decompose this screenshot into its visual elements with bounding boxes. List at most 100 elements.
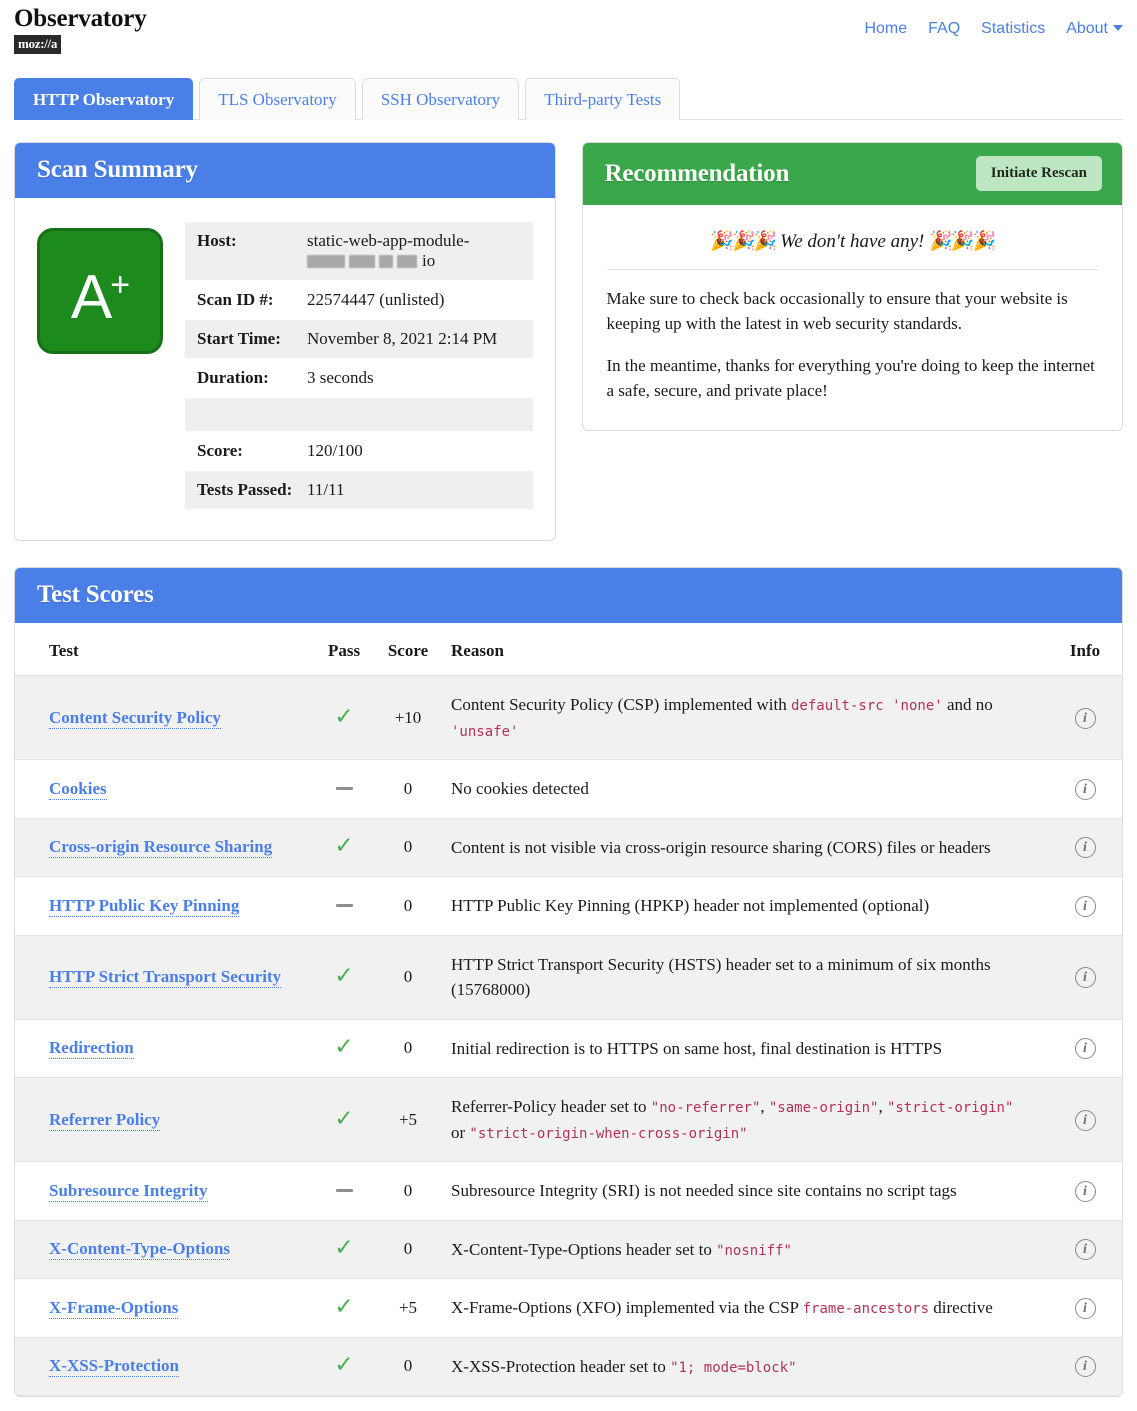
cell-test: X-XSS-Protection bbox=[15, 1337, 315, 1396]
brand: Observatory moz://a bbox=[14, 6, 147, 54]
cell-info: i bbox=[1048, 1019, 1122, 1078]
cell-reason: No cookies detected bbox=[443, 760, 1048, 819]
observatory-tabs: HTTP Observatory TLS Observatory SSH Obs… bbox=[14, 77, 1123, 120]
summary-row-value-suffix: io bbox=[422, 251, 435, 270]
scan-summary-panel: Scan Summary A+ Host:static-web-app-modu… bbox=[14, 142, 556, 541]
test-name-link[interactable]: HTTP Strict Transport Security bbox=[49, 967, 281, 988]
summary-row-label: Scan ID #: bbox=[185, 281, 303, 320]
test-scores-tbody: Content Security Policy✓+10Content Secur… bbox=[15, 676, 1122, 1396]
test-name-link[interactable]: Content Security Policy bbox=[49, 708, 221, 729]
test-name-link[interactable]: Cross-origin Resource Sharing bbox=[49, 837, 272, 858]
grade-badge: A+ bbox=[37, 228, 163, 354]
check-icon: ✓ bbox=[334, 1238, 353, 1258]
table-row: X-Frame-Options✓+5X-Frame-Options (XFO) … bbox=[15, 1279, 1122, 1338]
info-icon[interactable]: i bbox=[1075, 708, 1096, 729]
check-icon: ✓ bbox=[334, 836, 353, 856]
test-name-link[interactable]: HTTP Public Key Pinning bbox=[49, 896, 239, 917]
check-icon: ✓ bbox=[334, 966, 353, 986]
summary-row: Tests Passed:11/11 bbox=[185, 471, 533, 510]
info-icon[interactable]: i bbox=[1075, 1038, 1096, 1059]
info-icon[interactable]: i bbox=[1075, 1181, 1096, 1202]
cell-score: 0 bbox=[373, 935, 443, 1019]
test-name-link[interactable]: Referrer Policy bbox=[49, 1110, 160, 1131]
column-header-pass: Pass bbox=[315, 623, 373, 676]
tab-http-observatory[interactable]: HTTP Observatory bbox=[14, 78, 193, 120]
nav-link-about[interactable]: About bbox=[1066, 20, 1123, 38]
table-row: HTTP Public Key Pinning0HTTP Public Key … bbox=[15, 877, 1122, 936]
cell-test: Referrer Policy bbox=[15, 1078, 315, 1162]
info-icon[interactable]: i bbox=[1075, 1239, 1096, 1260]
test-name-link[interactable]: X-Frame-Options bbox=[49, 1298, 178, 1319]
info-icon[interactable]: i bbox=[1075, 1298, 1096, 1319]
table-row: Content Security Policy✓+10Content Secur… bbox=[15, 676, 1122, 760]
scan-summary-title: Scan Summary bbox=[37, 156, 198, 184]
cell-pass bbox=[315, 877, 373, 936]
cell-score: 0 bbox=[373, 760, 443, 819]
cell-pass: ✓ bbox=[315, 1019, 373, 1078]
test-name-link[interactable]: Redirection bbox=[49, 1038, 134, 1059]
tab-third-party-tests[interactable]: Third-party Tests bbox=[525, 78, 680, 120]
info-icon[interactable]: i bbox=[1075, 1356, 1096, 1377]
table-row: Referrer Policy✓+5Referrer-Policy header… bbox=[15, 1078, 1122, 1162]
summary-row: Scan ID #:22574447 (unlisted) bbox=[185, 281, 533, 320]
tab-tls-observatory[interactable]: TLS Observatory bbox=[199, 78, 356, 120]
cell-score: 0 bbox=[373, 1337, 443, 1396]
summary-row-value bbox=[303, 398, 533, 432]
initiate-rescan-button[interactable]: Initiate Rescan bbox=[976, 156, 1102, 191]
cell-test: X-Content-Type-Options bbox=[15, 1220, 315, 1279]
info-icon[interactable]: i bbox=[1075, 967, 1096, 988]
tab-ssh-observatory[interactable]: SSH Observatory bbox=[362, 78, 519, 120]
test-name-link[interactable]: Cookies bbox=[49, 779, 107, 800]
cell-pass: ✓ bbox=[315, 1337, 373, 1396]
cell-reason: HTTP Strict Transport Security (HSTS) he… bbox=[443, 935, 1048, 1019]
table-row: Redirection ✓0Initial redirection is to H… bbox=[15, 1019, 1122, 1078]
info-icon[interactable]: i bbox=[1075, 896, 1096, 917]
cell-reason: HTTP Public Key Pinning (HPKP) header no… bbox=[443, 877, 1048, 936]
cell-score: +10 bbox=[373, 676, 443, 760]
summary-row: Score:120/100 bbox=[185, 432, 533, 471]
scan-summary-table: Host:static-web-app-module-ioScan ID #:2… bbox=[185, 222, 533, 510]
recommendation-paragraph-2: In the meantime, thanks for everything y… bbox=[607, 353, 1099, 403]
cell-reason: Content is not visible via cross-origin … bbox=[443, 818, 1048, 877]
cell-reason: Initial redirection is to HTTPS on same … bbox=[443, 1019, 1048, 1078]
code-snippet: frame-ancestors bbox=[803, 1301, 929, 1317]
cell-info: i bbox=[1048, 1279, 1122, 1338]
summary-row-label: Duration: bbox=[185, 359, 303, 398]
test-name-link[interactable]: Subresource Integrity bbox=[49, 1181, 208, 1202]
test-name-link[interactable]: X-Content-Type-Options bbox=[49, 1239, 230, 1260]
cell-info: i bbox=[1048, 1162, 1122, 1221]
dash-icon bbox=[336, 1189, 353, 1192]
party-popper-icon-left: 🎉🎉🎉 bbox=[710, 231, 775, 252]
nav-link-faq[interactable]: FAQ bbox=[928, 20, 960, 38]
cell-pass: ✓ bbox=[315, 1279, 373, 1338]
info-icon[interactable]: i bbox=[1075, 779, 1096, 800]
cell-score: 0 bbox=[373, 818, 443, 877]
summary-row-value: 3 seconds bbox=[303, 359, 533, 398]
info-icon[interactable]: i bbox=[1075, 837, 1096, 858]
cell-test: HTTP Public Key Pinning bbox=[15, 877, 315, 936]
recommendation-body: 🎉🎉🎉 We don't have any! 🎉🎉🎉 Make sure to … bbox=[583, 205, 1123, 430]
test-scores-title: Test Scores bbox=[37, 581, 154, 609]
cell-reason: X-Frame-Options (XFO) implemented via th… bbox=[443, 1279, 1048, 1338]
cell-info: i bbox=[1048, 818, 1122, 877]
nav-link-statistics[interactable]: Statistics bbox=[981, 20, 1045, 38]
summary-row-label: Start Time: bbox=[185, 320, 303, 359]
summary-row-label: Tests Passed: bbox=[185, 471, 303, 510]
summary-row: Duration:3 seconds bbox=[185, 359, 533, 398]
summary-row-value: November 8, 2021 2:14 PM bbox=[303, 320, 533, 359]
code-snippet: default-src 'none' bbox=[791, 698, 943, 714]
test-name-link[interactable]: X-XSS-Protection bbox=[49, 1356, 179, 1377]
cell-pass: ✓ bbox=[315, 818, 373, 877]
column-header-info: Info bbox=[1048, 623, 1122, 676]
cell-pass: ✓ bbox=[315, 1078, 373, 1162]
cell-reason: X-Content-Type-Options header set to "no… bbox=[443, 1220, 1048, 1279]
column-header-reason: Reason bbox=[443, 623, 1048, 676]
info-icon[interactable]: i bbox=[1075, 1110, 1096, 1131]
nav-link-home[interactable]: Home bbox=[864, 20, 907, 38]
mozilla-logo: moz://a bbox=[14, 35, 61, 54]
recommendation-paragraph-1: Make sure to check back occasionally to … bbox=[607, 286, 1099, 336]
nav-link-about-label: About bbox=[1066, 20, 1108, 37]
cell-score: 0 bbox=[373, 1019, 443, 1078]
summary-row-value: 11/11 bbox=[303, 471, 533, 510]
cell-test: Cookies bbox=[15, 760, 315, 819]
